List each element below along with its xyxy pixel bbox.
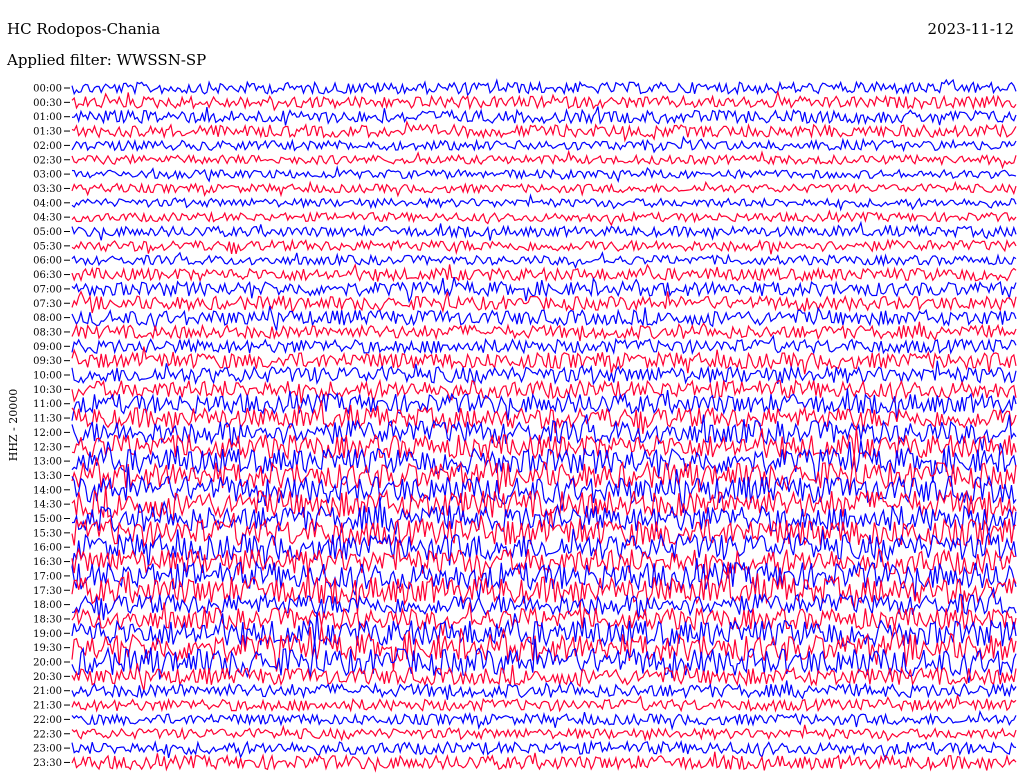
trace-line xyxy=(71,388,1017,421)
tick-label: 02:30 xyxy=(33,155,62,166)
trace-line xyxy=(71,602,1017,636)
trace-line xyxy=(71,709,1017,731)
trace-line xyxy=(71,135,1017,154)
tick-label: 10:30 xyxy=(33,385,62,396)
tick-label: 07:30 xyxy=(33,299,62,310)
tick-label: 12:00 xyxy=(33,428,62,439)
tick-label: 04:00 xyxy=(33,198,62,209)
tick-label: 19:30 xyxy=(33,643,62,654)
tick-label: 01:00 xyxy=(33,112,62,123)
trace-line xyxy=(71,262,1017,283)
trace-line xyxy=(71,180,1017,198)
tick-label: 22:00 xyxy=(33,715,62,726)
tick-label: 07:00 xyxy=(33,284,62,295)
tick-label: 04:30 xyxy=(33,213,62,224)
trace-line xyxy=(71,751,1017,773)
trace-line xyxy=(71,739,1017,761)
tick-label: 18:30 xyxy=(33,614,62,625)
tick-label: 10:00 xyxy=(33,371,62,382)
tick-label: 21:30 xyxy=(33,701,62,712)
helicorder-plot: 00:00 00:30 01:00 01:30 02:00 02:30 03:00 03:30… xyxy=(33,78,1017,773)
tick-label: 14:30 xyxy=(33,500,62,511)
tick-label: 09:30 xyxy=(33,356,62,367)
tick-label: 00:30 xyxy=(33,98,62,109)
trace-line xyxy=(71,694,1017,713)
tick-label: 20:00 xyxy=(33,658,62,669)
tick-label: 14:00 xyxy=(33,485,62,496)
tick-label: 23:00 xyxy=(33,744,62,755)
tick-label: 12:30 xyxy=(33,442,62,453)
tick-label: 03:00 xyxy=(33,170,62,181)
trace-line xyxy=(71,724,1017,742)
trace-line xyxy=(71,78,1017,97)
trace-line xyxy=(71,193,1017,212)
tick-label: 22:30 xyxy=(33,729,62,740)
tick-label: 15:00 xyxy=(33,514,62,525)
trace-line xyxy=(71,165,1017,183)
tick-label: 19:00 xyxy=(33,629,62,640)
tick-label: 02:00 xyxy=(33,141,62,152)
trace-line xyxy=(71,209,1017,227)
tick-label: 17:30 xyxy=(33,586,62,597)
trace-line xyxy=(71,251,1017,270)
tick-label: 20:30 xyxy=(33,672,62,683)
trace-line xyxy=(71,334,1017,356)
tick-label: 21:00 xyxy=(33,686,62,697)
trace-line xyxy=(71,321,1017,342)
trace-line xyxy=(71,149,1017,170)
trace-line xyxy=(71,120,1017,143)
tick-label: 01:30 xyxy=(33,127,62,138)
trace-line xyxy=(71,427,1017,461)
tick-label: 08:00 xyxy=(33,313,62,324)
tick-label: 23:30 xyxy=(33,758,62,769)
tick-label: 17:00 xyxy=(33,571,62,582)
tick-label: 00:00 xyxy=(33,84,62,95)
trace-line xyxy=(71,238,1017,256)
tick-label: 05:30 xyxy=(33,241,62,252)
trace-line xyxy=(71,680,1017,700)
tick-label: 11:00 xyxy=(33,399,62,410)
trace-line xyxy=(71,586,1017,621)
trace-line xyxy=(71,612,1017,648)
tick-label: 06:00 xyxy=(33,256,62,267)
trace-line xyxy=(71,106,1017,126)
tick-label: 13:00 xyxy=(33,457,62,468)
tick-label: 08:30 xyxy=(33,327,62,338)
tick-label: 16:30 xyxy=(33,557,62,568)
tick-label: 16:00 xyxy=(33,543,62,554)
tick-label: 03:30 xyxy=(33,184,62,195)
tick-label: 06:30 xyxy=(33,270,62,281)
trace-line xyxy=(71,220,1017,241)
tick-label: 11:30 xyxy=(33,414,62,425)
tick-label: 18:00 xyxy=(33,600,62,611)
tick-label: 05:00 xyxy=(33,227,62,238)
tick-label: 15:30 xyxy=(33,528,62,539)
tick-label: 13:30 xyxy=(33,471,62,482)
tick-label: 09:00 xyxy=(33,342,62,353)
trace-line xyxy=(71,89,1017,112)
